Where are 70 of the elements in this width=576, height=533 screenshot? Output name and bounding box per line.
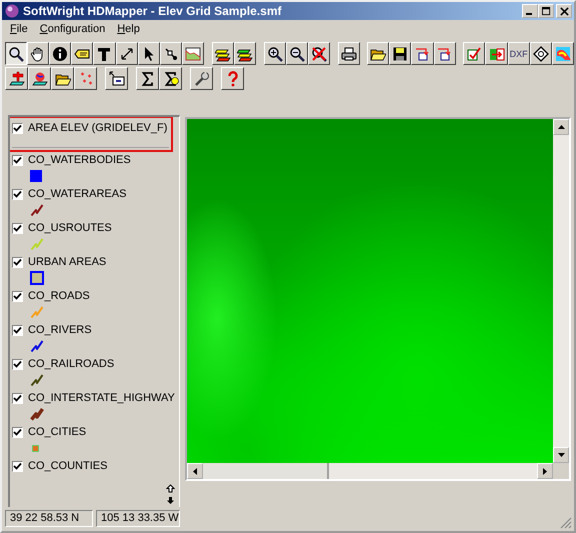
layer-name[interactable]: CO_WATERAREAS [28, 188, 126, 200]
scroll-up-icon[interactable] [166, 484, 175, 493]
menu-item[interactable]: File [4, 23, 34, 35]
checkbox[interactable] [12, 324, 23, 336]
scroll-down-icon[interactable] [166, 496, 175, 505]
vertical-scrollbar[interactable] [553, 119, 569, 463]
app-logo-icon [4, 3, 20, 19]
layer-name[interactable]: AREA ELEV (GRIDELEV_F) [28, 122, 168, 134]
layer-name[interactable]: CO_RIVERS [28, 324, 92, 336]
toolbar-button[interactable] [5, 42, 28, 65]
window-title: SoftWright HDMapper - Elev Grid Sample.smf [23, 4, 282, 18]
resize-grip-icon[interactable] [560, 517, 572, 529]
checkbox[interactable] [12, 188, 23, 200]
latitude-status: 39 22 58.53 N [5, 510, 93, 526]
layer-name[interactable]: CO_INTERSTATE_HIGHWAY [28, 392, 175, 404]
profile-chart-icon [184, 46, 201, 62]
checkbox[interactable] [12, 256, 23, 268]
menu-item[interactable]: Help [111, 23, 146, 35]
scroll-left-arrow-icon[interactable] [193, 468, 197, 474]
minimize-icon [526, 13, 532, 15]
close-button[interactable] [556, 4, 572, 18]
export-icon [414, 46, 431, 62]
info-icon [52, 46, 68, 62]
node-edit-icon [162, 46, 179, 62]
checkbox[interactable] [12, 222, 23, 234]
checkbox[interactable] [12, 122, 23, 134]
diamond-icon [532, 46, 549, 62]
maximize-button[interactable] [538, 4, 554, 18]
printer-icon [340, 46, 357, 62]
checkbox[interactable] [12, 358, 23, 370]
scroll-right-arrow-icon[interactable] [543, 468, 547, 474]
minimize-button[interactable] [522, 4, 538, 18]
checkbox[interactable] [12, 154, 23, 166]
layer-name[interactable]: URBAN AREAS [28, 256, 106, 268]
checkbox[interactable] [12, 392, 23, 404]
resize-arrow-icon [118, 46, 135, 62]
toolbar-button[interactable]: DXF [508, 42, 530, 65]
relief-map-icon [554, 46, 571, 62]
maximize-icon [542, 6, 550, 16]
layer-name[interactable]: CO_USROUTES [28, 222, 112, 234]
zoom-in-icon [266, 46, 283, 62]
layer-name[interactable]: CO_ROADS [28, 290, 90, 302]
import-icon [488, 46, 505, 62]
longitude-status: 105 13 33.35 W [96, 510, 180, 526]
text-tool-icon [96, 46, 112, 62]
scroll-down-arrow-icon[interactable] [558, 453, 564, 457]
horizontal-scrollbar[interactable] [187, 463, 569, 479]
sigma-icon [140, 70, 156, 86]
layer-name[interactable]: CO_COUNTIES [28, 460, 108, 472]
checkbox[interactable] [12, 426, 23, 438]
scroll-up-arrow-icon[interactable] [558, 125, 564, 129]
menu-item[interactable]: Configuration [34, 23, 112, 35]
close-icon [560, 6, 568, 16]
checkbox[interactable] [12, 290, 23, 302]
wrench-icon [194, 70, 210, 86]
checkbox[interactable] [12, 460, 23, 472]
layer-name[interactable]: CO_WATERBODIES [28, 154, 131, 166]
layer-name[interactable]: CO_CITIES [28, 426, 86, 438]
select-box-icon [108, 70, 124, 86]
check-icon [466, 46, 482, 62]
sigma-smiley-icon [162, 70, 178, 86]
layer-name[interactable]: CO_RAILROADS [28, 358, 114, 370]
add-layer-icon [8, 70, 24, 86]
scrollbar-corner [553, 463, 569, 479]
zoom-cancel-icon [310, 46, 327, 62]
export-icon [436, 46, 453, 62]
zoom-out-icon [288, 46, 305, 62]
save-icon [392, 46, 408, 62]
globe-layer-icon [32, 70, 48, 86]
search-icon [8, 46, 24, 62]
